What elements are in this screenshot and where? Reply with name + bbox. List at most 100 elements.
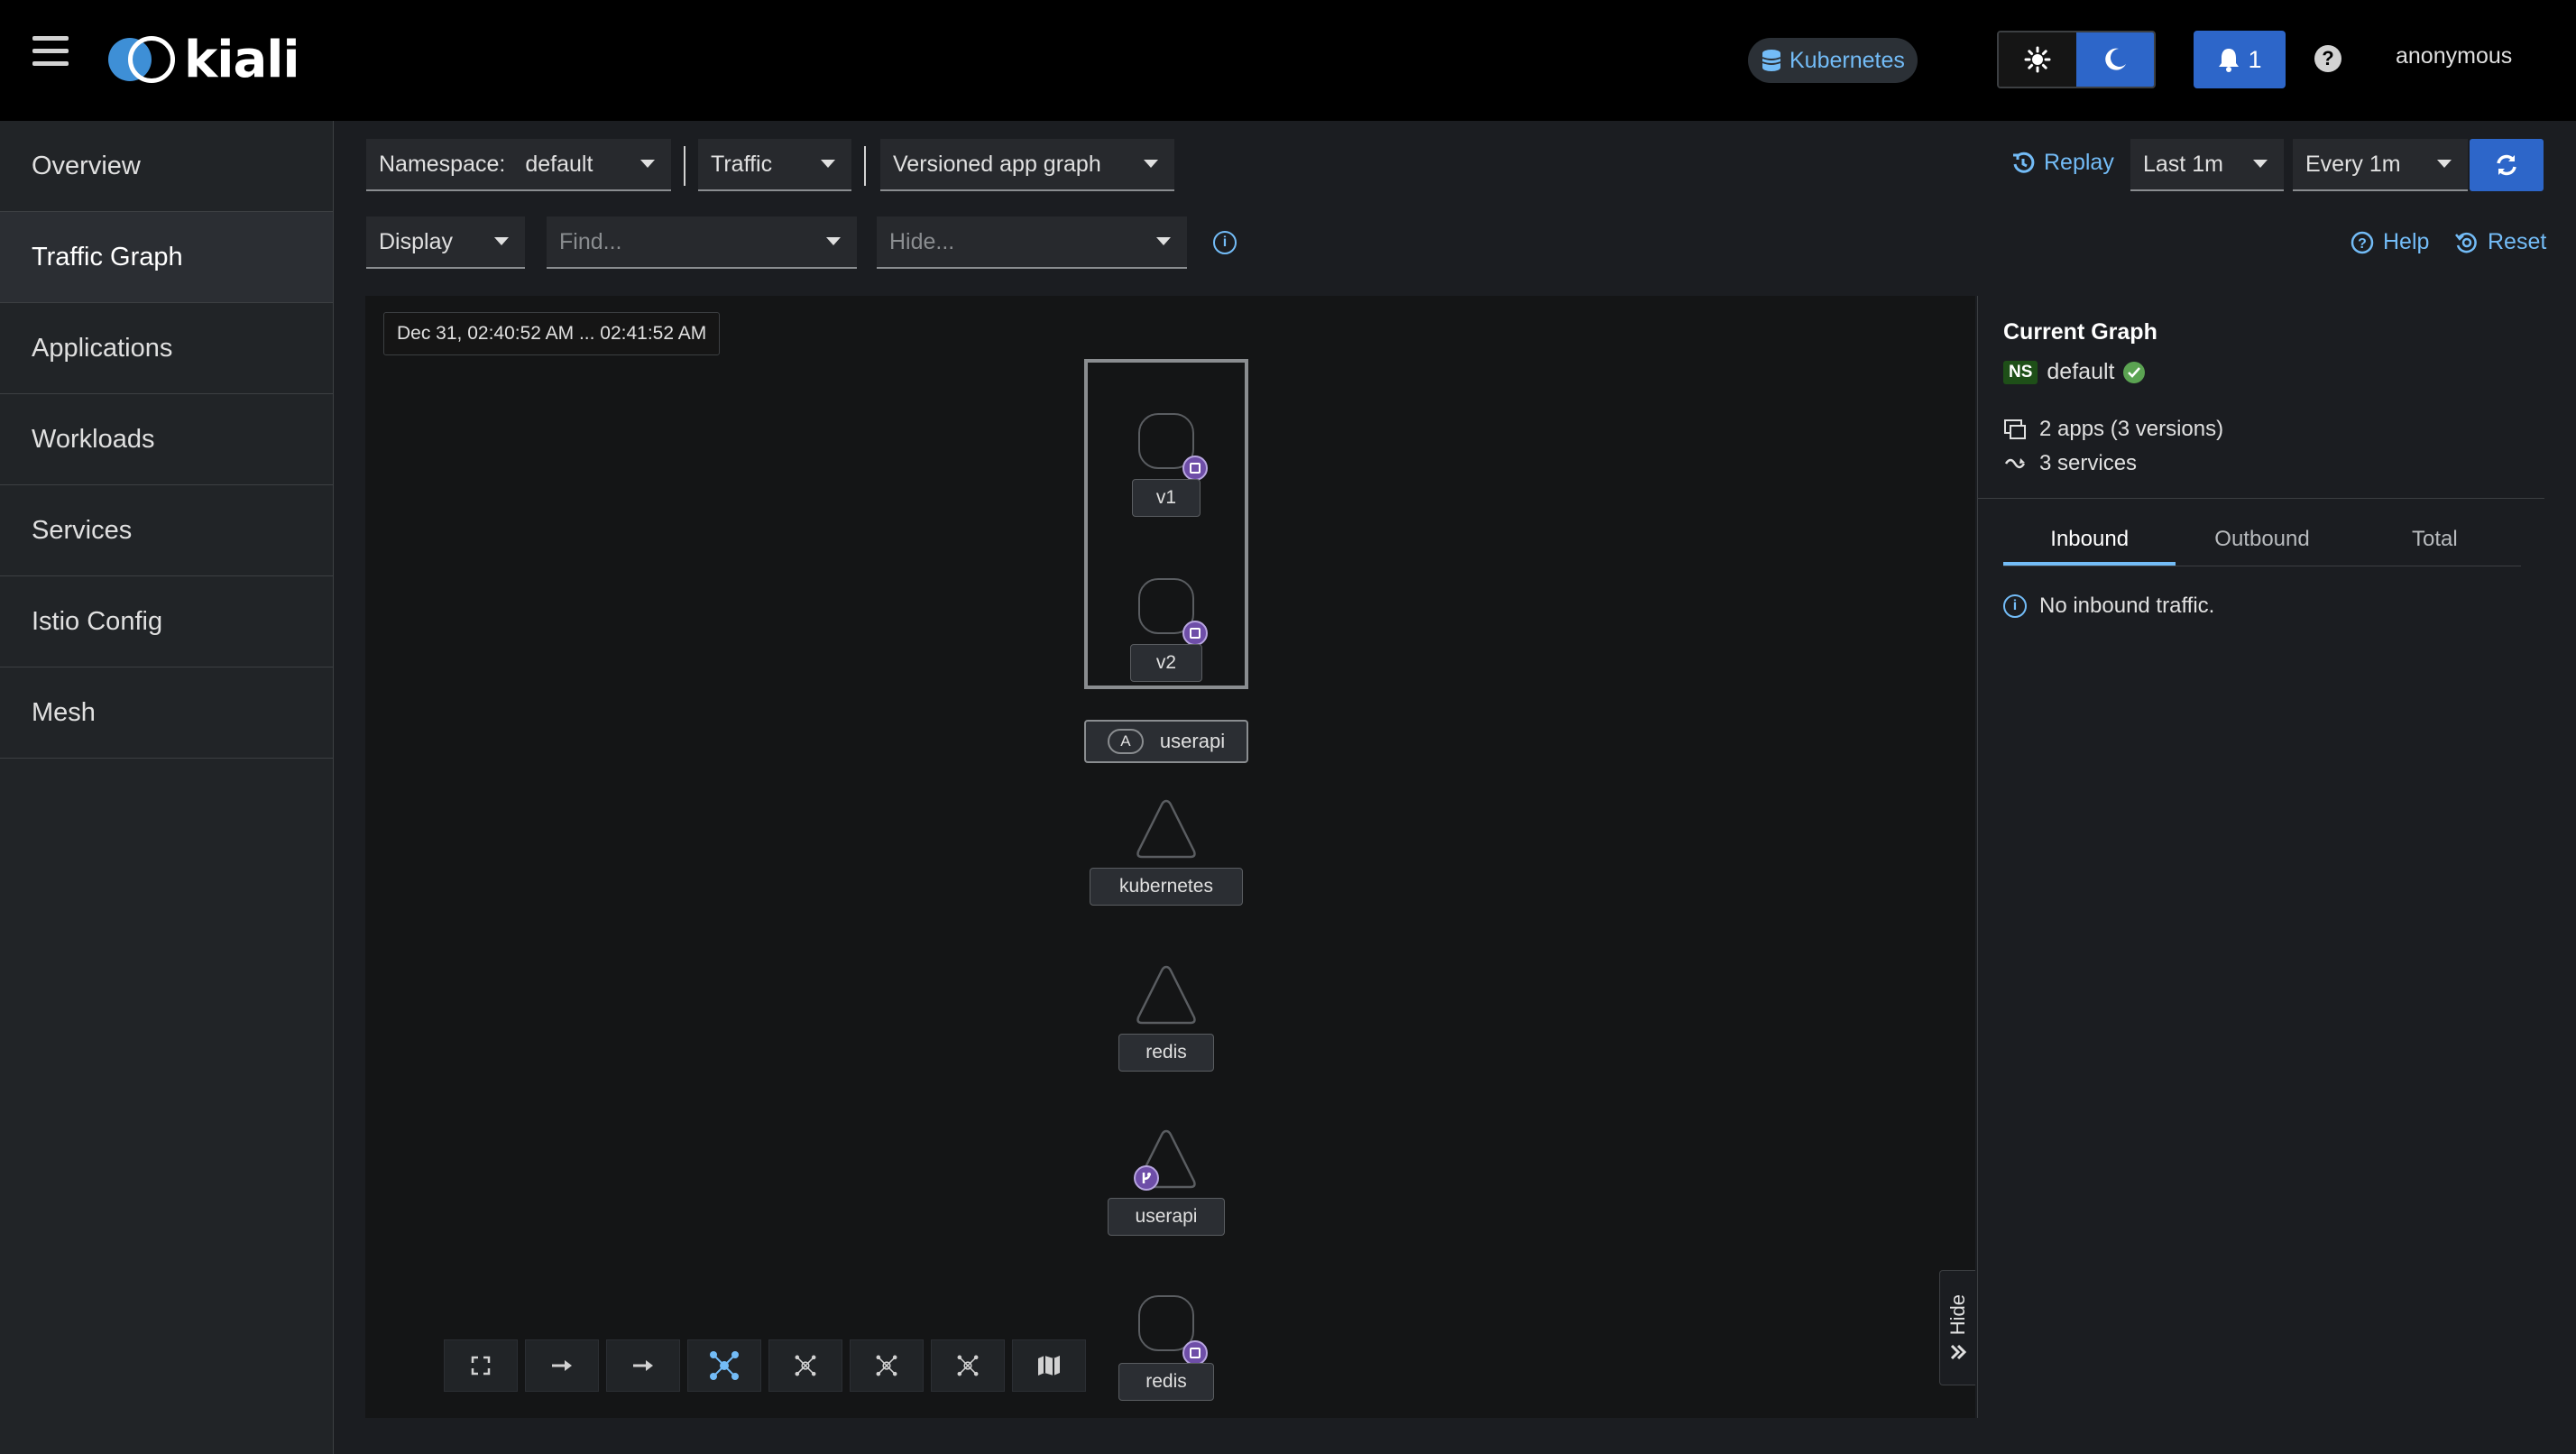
refresh-button[interactable] bbox=[2470, 139, 2544, 191]
app-group-label[interactable]: A userapi bbox=[1084, 720, 1248, 763]
hide-panel-toggle[interactable]: Hide bbox=[1939, 1270, 1975, 1385]
summary-panel: Current Graph NS default 2 apps (3 versi… bbox=[1977, 296, 2544, 1418]
virtual-service-branch-icon bbox=[1134, 1165, 1159, 1191]
zoom-to-fit-button[interactable] bbox=[444, 1339, 518, 1392]
arrow-right-icon bbox=[552, 1360, 572, 1371]
sidebar-item-workloads[interactable]: Workloads bbox=[0, 394, 333, 485]
check-circle-icon bbox=[2123, 361, 2146, 383]
service-node-redis[interactable] bbox=[1135, 963, 1198, 1026]
theme-toggle[interactable] bbox=[1997, 31, 2156, 88]
topology-icon bbox=[710, 1351, 739, 1380]
sidebar-item-applications[interactable]: Applications bbox=[0, 303, 333, 394]
node-label-redis-workload: redis bbox=[1118, 1363, 1214, 1401]
services-row: 3 services bbox=[2003, 451, 2137, 476]
cluster-badge[interactable]: Kubernetes bbox=[1748, 38, 1918, 83]
namespace-name[interactable]: default bbox=[2047, 359, 2114, 385]
expand-icon bbox=[471, 1356, 491, 1376]
services-count: 3 services bbox=[2039, 451, 2138, 475]
moon-icon bbox=[2105, 48, 2126, 70]
apps-row: 2 apps (3 versions) bbox=[2003, 417, 2223, 442]
legend-button[interactable] bbox=[1012, 1339, 1086, 1392]
hide-label: Hide bbox=[1946, 1294, 1969, 1336]
ns-badge: NS bbox=[2003, 360, 2038, 384]
namespace-select[interactable]: Namespace: default bbox=[366, 139, 671, 191]
service-node-kubernetes[interactable] bbox=[1135, 797, 1198, 860]
sidebar-item-overview[interactable]: Overview bbox=[0, 121, 333, 212]
caret-down-icon bbox=[821, 160, 835, 168]
layout-3-button[interactable] bbox=[931, 1339, 1005, 1392]
topology-icon bbox=[876, 1355, 897, 1376]
layout-left-right-button[interactable] bbox=[525, 1339, 599, 1392]
arrow-right-icon bbox=[633, 1360, 653, 1371]
applications-icon bbox=[2004, 419, 2026, 439]
sidecar-badge-icon bbox=[1182, 456, 1208, 481]
sidebar-item-istio-config[interactable]: Istio Config bbox=[0, 576, 333, 667]
tab-total[interactable]: Total bbox=[2349, 520, 2521, 566]
sidebar-item-services[interactable]: Services bbox=[0, 485, 333, 576]
graph-type-select[interactable]: Versioned app graph bbox=[880, 139, 1174, 191]
hide-input[interactable]: Hide... bbox=[877, 216, 1187, 269]
sync-icon bbox=[2497, 154, 2516, 176]
layout-default-button[interactable] bbox=[687, 1339, 761, 1392]
svg-text:?: ? bbox=[2358, 236, 2367, 252]
app-name: userapi bbox=[1159, 730, 1226, 752]
divider bbox=[864, 146, 866, 186]
notifications-count: 1 bbox=[2248, 45, 2262, 73]
reset-icon bbox=[2455, 232, 2477, 253]
sun-icon bbox=[2024, 46, 2051, 73]
display-select[interactable]: Display bbox=[366, 216, 525, 269]
logo-text: kiali bbox=[184, 30, 300, 89]
masthead: kiali Kubernetes 1 ? anonymous bbox=[0, 0, 2576, 121]
refresh-interval-select[interactable]: Every 1m bbox=[2293, 139, 2468, 191]
user-menu[interactable]: anonymous bbox=[2396, 43, 2512, 69]
hide-placeholder: Hide... bbox=[889, 228, 955, 254]
bell-icon bbox=[2219, 49, 2240, 72]
kiali-logo[interactable]: kiali bbox=[108, 30, 300, 89]
no-traffic-message: i No inbound traffic. bbox=[2003, 594, 2214, 619]
help-button[interactable]: ? Help bbox=[2351, 229, 2429, 255]
kiali-logo-icon bbox=[108, 32, 182, 87]
layout-2-button[interactable] bbox=[850, 1339, 924, 1392]
namespace-value: default bbox=[525, 151, 593, 177]
topology-icon bbox=[957, 1355, 979, 1376]
duration-select[interactable]: Last 1m bbox=[2130, 139, 2284, 191]
sidecar-badge-icon bbox=[1182, 1340, 1208, 1366]
no-traffic-text: No inbound traffic. bbox=[2039, 594, 2215, 618]
layout-top-down-button[interactable] bbox=[606, 1339, 680, 1392]
sidebar-item-mesh[interactable]: Mesh bbox=[0, 667, 333, 759]
find-placeholder: Find... bbox=[559, 228, 622, 254]
layout-1-button[interactable] bbox=[768, 1339, 842, 1392]
namespace-label: Namespace: bbox=[379, 151, 506, 177]
replay-label: Replay bbox=[2044, 150, 2114, 175]
light-theme-button[interactable] bbox=[1999, 32, 2076, 87]
notifications-button[interactable]: 1 bbox=[2194, 31, 2286, 88]
node-label-redis-service: redis bbox=[1118, 1034, 1214, 1072]
traffic-select[interactable]: Traffic bbox=[698, 139, 851, 191]
map-icon bbox=[1038, 1356, 1060, 1376]
node-label-v1: v1 bbox=[1132, 479, 1201, 517]
traffic-tabs: Inbound Outbound Total bbox=[2003, 520, 2521, 566]
hamburger-menu-icon[interactable] bbox=[32, 36, 69, 72]
app-group-box[interactable] bbox=[1084, 359, 1248, 689]
find-input[interactable]: Find... bbox=[547, 216, 857, 269]
help-label: Help bbox=[2383, 229, 2430, 254]
panel-divider bbox=[1978, 498, 2544, 499]
tab-inbound[interactable]: Inbound bbox=[2003, 520, 2176, 566]
help-icon[interactable]: ? bbox=[2314, 45, 2341, 72]
replay-button[interactable]: Replay bbox=[2011, 150, 2114, 176]
find-hide-info-icon[interactable]: i bbox=[1213, 231, 1237, 254]
node-label-kubernetes: kubernetes bbox=[1090, 868, 1243, 906]
info-icon: i bbox=[2003, 594, 2027, 618]
tab-outbound[interactable]: Outbound bbox=[2176, 520, 2348, 566]
dark-theme-button[interactable] bbox=[2076, 32, 2154, 87]
cluster-name: Kubernetes bbox=[1789, 47, 1905, 73]
reset-button[interactable]: Reset bbox=[2453, 229, 2546, 255]
question-circle-icon: ? bbox=[2351, 231, 2374, 253]
refresh-interval-value: Every 1m bbox=[2305, 151, 2401, 177]
caret-down-icon bbox=[640, 160, 655, 168]
display-label: Display bbox=[379, 228, 453, 254]
sidebar-item-traffic-graph[interactable]: Traffic Graph bbox=[0, 212, 333, 303]
divider bbox=[684, 146, 685, 186]
graph-type-value: Versioned app graph bbox=[893, 151, 1101, 177]
caret-down-icon bbox=[1156, 237, 1171, 245]
